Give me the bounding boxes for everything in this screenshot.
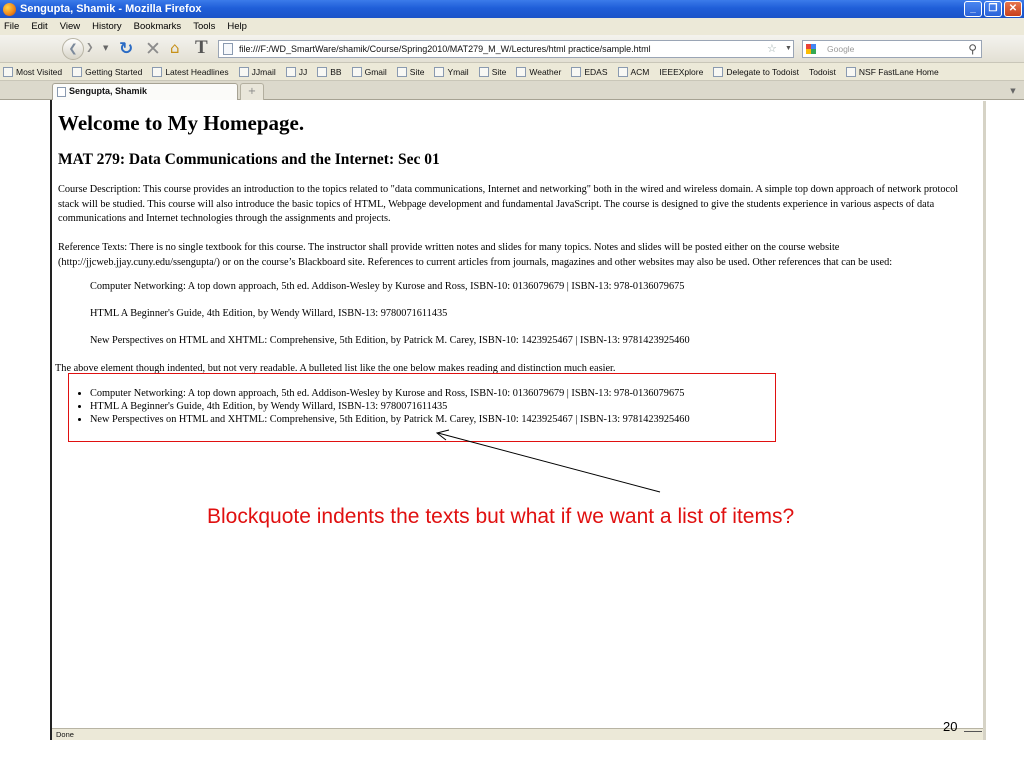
page-subheading: MAT 279: Data Communications and the Int… — [58, 151, 440, 168]
menu-view[interactable]: View — [60, 21, 80, 32]
bookmark-item[interactable]: IEEEXplore — [659, 67, 703, 77]
reference-texts: Reference Texts: There is no single text… — [58, 242, 893, 268]
bookmark-item[interactable]: BB — [317, 66, 342, 77]
window-titlebar[interactable]: Sengupta, Shamik - Mozilla Firefox _ ❐ ✕ — [0, 0, 1024, 18]
todoist-toolbar-icon[interactable]: T — [195, 37, 208, 59]
bookmark-icon — [713, 66, 724, 77]
slide-number-rule — [964, 731, 982, 732]
menu-help[interactable]: Help — [227, 21, 247, 32]
google-icon — [806, 44, 816, 54]
edas-icon — [571, 66, 582, 77]
window-right-border — [983, 101, 986, 740]
slide-left-margin — [0, 100, 52, 740]
page-icon — [57, 87, 66, 97]
bookmark-item[interactable]: Most Visited — [3, 66, 62, 77]
weather-icon — [516, 66, 527, 77]
minimize-button[interactable]: _ — [964, 1, 982, 17]
rss-icon — [152, 66, 163, 77]
bookmark-item[interactable]: Getting Started — [72, 66, 142, 77]
tab-title: Sengupta, Shamik — [69, 86, 148, 96]
home-icon[interactable]: ⌂ — [170, 39, 180, 57]
bookmark-item[interactable]: Latest Headlines — [152, 66, 229, 77]
bookmark-item[interactable]: ACM — [617, 66, 649, 77]
menu-file[interactable]: File — [4, 21, 19, 32]
menu-history[interactable]: History — [92, 21, 122, 32]
bookmark-item[interactable]: Weather — [516, 66, 561, 77]
callout-text: Blockquote indents the texts but what if… — [207, 505, 795, 528]
menu-edit[interactable]: Edit — [31, 21, 47, 32]
bookmarks-toolbar: Most Visited Getting Started Latest Head… — [0, 63, 1024, 81]
bookmark-item[interactable]: Site — [396, 66, 424, 77]
bookmark-item[interactable]: Ymail — [434, 66, 469, 77]
bookmark-item[interactable]: Gmail — [351, 66, 387, 77]
page-icon — [223, 43, 233, 55]
bookmark-item[interactable]: Todoist — [809, 67, 836, 77]
history-dropdown-icon[interactable]: ▼ — [103, 44, 108, 52]
bookmark-icon — [317, 66, 328, 77]
bookmark-icon — [238, 66, 249, 77]
page-heading: Welcome to My Homepage. — [58, 111, 305, 135]
bookmark-item[interactable]: EDAS — [571, 66, 608, 77]
forward-button[interactable]: ❯ — [86, 43, 94, 53]
firefox-logo-icon — [3, 2, 16, 16]
search-icon[interactable]: ⚲ — [968, 41, 977, 57]
bookmark-icon — [478, 66, 489, 77]
gmail-icon — [351, 66, 362, 77]
bookmark-icon — [72, 66, 83, 77]
search-placeholder: Google — [827, 44, 855, 54]
bookmark-icon — [3, 66, 13, 77]
menu-bar: File Edit View History Bookmarks Tools H… — [0, 18, 1024, 35]
back-button[interactable]: ❮ — [62, 38, 84, 60]
acm-icon — [617, 66, 628, 77]
bookmark-item[interactable]: JJ — [285, 66, 307, 77]
bookmark-icon — [396, 66, 407, 77]
menu-tools[interactable]: Tools — [193, 21, 215, 32]
url-bar[interactable]: file:///F:/WD_SmartWare/shamik/Course/Sp… — [218, 40, 794, 58]
window-title: Sengupta, Shamik - Mozilla Firefox — [20, 3, 202, 15]
highlight-box — [68, 373, 776, 442]
bookmark-item[interactable]: JJmail — [238, 66, 276, 77]
reload-icon[interactable]: ↻ — [119, 39, 133, 59]
bookmark-item[interactable]: NSF FastLane Home — [845, 66, 939, 77]
window-controls: _ ❐ ✕ — [964, 1, 1022, 17]
tab-bar: Sengupta, Shamik + ▼ — [0, 81, 1024, 100]
new-tab-button[interactable]: + — [240, 83, 264, 100]
blockquote-item: Computer Networking: A top down approach… — [90, 281, 685, 292]
url-text: file:///F:/WD_SmartWare/shamik/Course/Sp… — [239, 44, 651, 54]
menu-bookmarks[interactable]: Bookmarks — [134, 21, 182, 32]
url-dropdown-icon[interactable]: ▼ — [785, 41, 792, 57]
blockquote-item: New Perspectives on HTML and XHTML: Comp… — [90, 335, 690, 346]
stop-icon[interactable]: ✕ — [145, 38, 161, 60]
close-button[interactable]: ✕ — [1004, 1, 1022, 17]
slide-number: 20 — [943, 719, 958, 734]
tab-list-dropdown-icon[interactable]: ▼ — [1006, 84, 1020, 98]
ymail-icon — [434, 66, 445, 77]
bookmark-icon — [285, 66, 296, 77]
course-description: Course Description: This course provides… — [58, 184, 959, 224]
status-text: Done — [56, 730, 74, 739]
bookmark-item[interactable]: Delegate to Todoist — [713, 66, 799, 77]
nsf-icon — [845, 66, 856, 77]
search-input[interactable]: Google ⚲ — [802, 40, 982, 58]
navigation-toolbar: ❮ ❯ ▼ ↻ ✕ ⌂ T file:///F:/WD_SmartWare/sh… — [0, 35, 1024, 63]
tab-active[interactable]: Sengupta, Shamik — [52, 83, 238, 100]
blockquote-item: HTML A Beginner's Guide, 4th Edition, by… — [90, 308, 448, 319]
status-bar: Done — [52, 728, 983, 740]
bookmark-item[interactable]: Site — [478, 66, 506, 77]
bookmark-star-icon[interactable]: ☆ — [767, 41, 777, 57]
maximize-button[interactable]: ❐ — [984, 1, 1002, 17]
